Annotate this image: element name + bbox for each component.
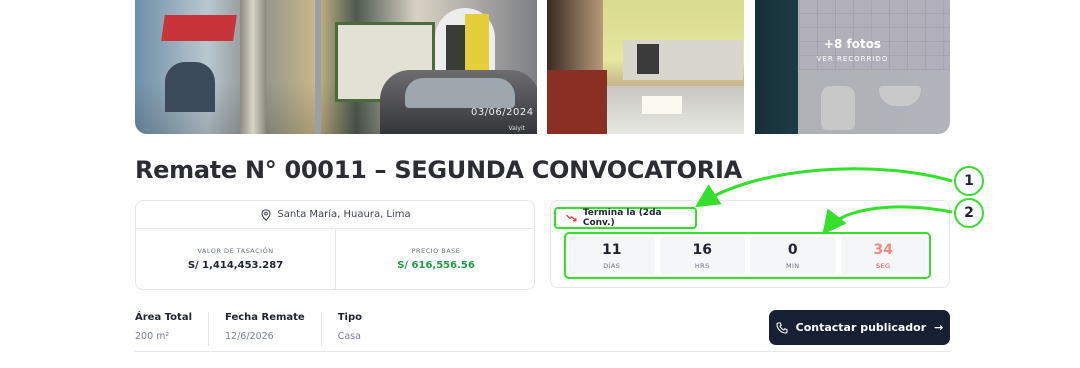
minutes-value: 0 bbox=[787, 242, 798, 258]
detail-area-value: 200 m² bbox=[135, 331, 170, 342]
palm-trunk bbox=[240, 0, 266, 134]
people-figure bbox=[165, 62, 215, 112]
more-photos-tile[interactable]: +8 fotos VER RECORRIDO bbox=[755, 0, 950, 134]
contact-button-label: Contactar publicador bbox=[795, 321, 927, 334]
property-details: Área Total 200 m² Fecha Remate 12/6/2026… bbox=[135, 312, 394, 346]
countdown-hours: 16 HRS bbox=[659, 237, 745, 274]
stove bbox=[637, 44, 659, 74]
appraisal-label: VALOR DE TASACIÓN bbox=[197, 247, 274, 255]
detail-type-value: Casa bbox=[337, 331, 361, 342]
countdown-seconds: 34 SEG bbox=[840, 237, 926, 274]
appraisal-block: VALOR DE TASACIÓN S/ 1,414,453.287 bbox=[136, 229, 336, 289]
detail-area: Área Total 200 m² bbox=[135, 312, 210, 346]
photo-watermark: Vaiyit bbox=[508, 125, 525, 132]
main-photo[interactable]: 03/06/2024 13 Vaiyit bbox=[135, 0, 537, 134]
countdown-timer: 11 DÍAS 16 HRS 0 MIN 34 SEG bbox=[564, 232, 931, 279]
base-price-value: S/ 616,556.56 bbox=[397, 260, 475, 271]
section-divider bbox=[135, 351, 950, 352]
photo-timestamp: 03/06/2024 13 bbox=[470, 107, 537, 118]
days-value: 11 bbox=[602, 242, 622, 258]
detail-type-label: Tipo bbox=[337, 312, 362, 323]
page-title: Remate N° 00011 – SEGUNDA CONVOCATORIA bbox=[135, 156, 742, 184]
hours-value: 16 bbox=[692, 242, 712, 258]
shop-sign bbox=[465, 14, 489, 74]
location-text: Santa María, Huaura, Lima bbox=[277, 209, 411, 220]
kitchen-photo[interactable] bbox=[547, 0, 744, 134]
days-label: DÍAS bbox=[603, 262, 621, 270]
sunlight-patch bbox=[642, 96, 682, 114]
appraisal-value: S/ 1,414,453.287 bbox=[187, 260, 284, 271]
detail-type: Tipo Casa bbox=[338, 312, 378, 346]
annotation-marker-1: 1 bbox=[954, 166, 984, 196]
base-price-block: PRECIO BASE S/ 616,556.56 bbox=[336, 229, 534, 289]
countdown-card: Termina la (2da Conv.) 11 DÍAS 16 HRS 0 … bbox=[550, 200, 950, 288]
phone-icon bbox=[776, 321, 788, 334]
tour-label: VER RECORRIDO bbox=[816, 55, 889, 63]
car-window bbox=[405, 78, 515, 108]
photo-overlay bbox=[755, 0, 950, 134]
property-info-card: Santa María, Huaura, Lima VALOR DE TASAC… bbox=[135, 200, 535, 290]
countdown-heading: Termina la (2da Conv.) bbox=[582, 208, 662, 228]
more-photos-count: +8 fotos bbox=[823, 37, 882, 51]
countdown-heading-box: Termina la (2da Conv.) bbox=[554, 207, 697, 229]
annotation-marker-2: 2 bbox=[954, 198, 984, 228]
seconds-value: 34 bbox=[873, 242, 893, 258]
hours-label: HRS bbox=[694, 262, 710, 270]
door-panel bbox=[547, 70, 607, 134]
detail-date-label: Fecha Remate bbox=[225, 312, 305, 323]
location-row: Santa María, Huaura, Lima bbox=[136, 201, 534, 229]
location-pin-icon bbox=[261, 208, 271, 221]
minutes-label: MIN bbox=[785, 262, 800, 270]
street-pole bbox=[315, 0, 321, 134]
contact-publisher-button[interactable]: Contactar publicador → bbox=[769, 310, 950, 345]
countdown-days: 11 DÍAS bbox=[569, 237, 655, 274]
awning bbox=[161, 15, 237, 41]
countdown-minutes: 0 MIN bbox=[750, 237, 836, 274]
detail-area-label: Área Total bbox=[135, 312, 193, 323]
seconds-label: SEG bbox=[876, 262, 891, 270]
arrow-right-icon: → bbox=[934, 321, 944, 334]
trend-down-icon bbox=[566, 214, 577, 222]
detail-date: Fecha Remate 12/6/2026 bbox=[225, 312, 322, 346]
base-price-label: PRECIO BASE bbox=[411, 247, 461, 255]
detail-date-value: 12/6/2026 bbox=[225, 331, 274, 342]
